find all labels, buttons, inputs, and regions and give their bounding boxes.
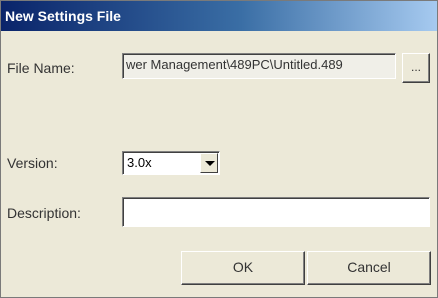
cancel-button[interactable]: Cancel: [307, 251, 431, 285]
file-name-field[interactable]: wer Management\489PC\Untitled.489: [122, 53, 396, 79]
file-name-label: File Name:: [7, 60, 75, 76]
description-label: Description:: [7, 205, 81, 221]
chevron-down-icon: [205, 161, 215, 166]
version-label: Version:: [7, 155, 58, 171]
title-separator: [1, 31, 437, 41]
version-selected-value: 3.0x: [127, 155, 152, 170]
dropdown-arrow-button[interactable]: [200, 153, 218, 173]
ok-button[interactable]: OK: [181, 251, 305, 285]
new-settings-file-dialog: New Settings File File Name: wer Managem…: [0, 0, 438, 298]
browse-button[interactable]: ...: [402, 53, 430, 83]
version-select[interactable]: 3.0x: [122, 151, 220, 175]
description-input[interactable]: [122, 197, 430, 227]
dialog-title: New Settings File: [1, 1, 437, 31]
